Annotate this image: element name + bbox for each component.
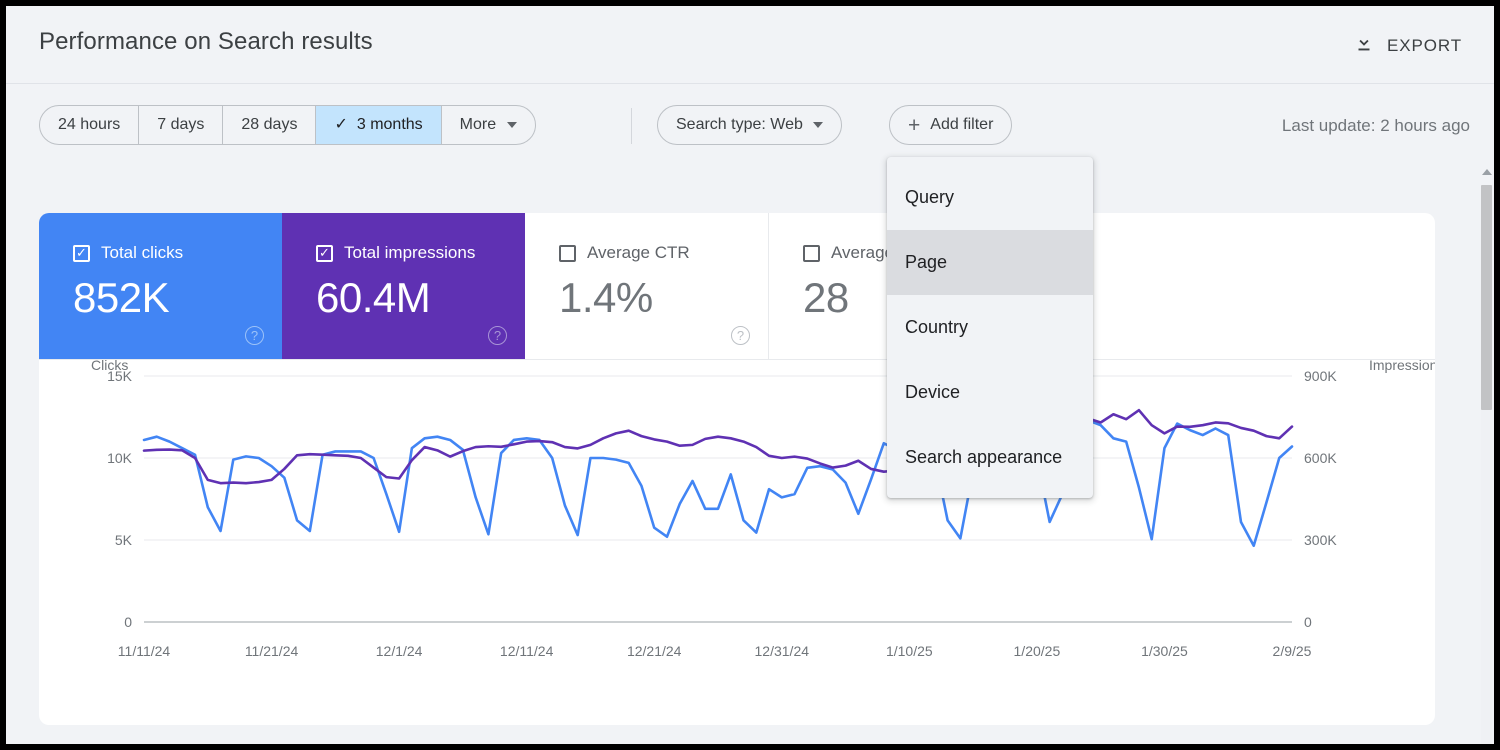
svg-text:900K: 900K xyxy=(1304,368,1337,384)
search-type-button[interactable]: Search type: Web xyxy=(657,105,842,145)
checkbox-unchecked-icon[interactable] xyxy=(559,245,576,262)
svg-text:15K: 15K xyxy=(107,368,133,384)
svg-text:Impressions: Impressions xyxy=(1369,360,1435,373)
metric-average-ctr-header: Average CTR xyxy=(559,243,768,263)
svg-text:1/30/25: 1/30/25 xyxy=(1141,643,1188,659)
date-range-24-hours[interactable]: 24 hours xyxy=(40,106,139,144)
svg-text:12/21/24: 12/21/24 xyxy=(627,643,682,659)
menu-item-search-appearance[interactable]: Search appearance xyxy=(887,425,1093,490)
help-icon[interactable]: ? xyxy=(245,326,264,345)
scrollbar-thumb[interactable] xyxy=(1481,185,1492,410)
svg-text:600K: 600K xyxy=(1304,450,1337,466)
date-range-3-months[interactable]: ✓ 3 months xyxy=(316,106,441,144)
metric-total-clicks[interactable]: ✓ Total clicks 852K ? xyxy=(39,213,282,359)
performance-card: ✓ Total clicks 852K ? ✓ Total impression… xyxy=(39,213,1435,725)
date-range-more[interactable]: More xyxy=(442,106,535,144)
date-range-24-hours-label: 24 hours xyxy=(58,116,120,134)
metric-total-clicks-value: 852K xyxy=(73,274,282,322)
metric-total-impressions-header: ✓ Total impressions xyxy=(316,243,525,263)
chevron-down-icon xyxy=(813,122,823,128)
scroll-up-arrow-icon[interactable] xyxy=(1482,169,1492,175)
menu-item-page[interactable]: Page xyxy=(887,230,1093,295)
svg-text:300K: 300K xyxy=(1304,532,1337,548)
date-range-7-days[interactable]: 7 days xyxy=(139,106,223,144)
svg-text:12/31/24: 12/31/24 xyxy=(755,643,810,659)
svg-text:1/20/25: 1/20/25 xyxy=(1014,643,1061,659)
svg-text:12/1/24: 12/1/24 xyxy=(376,643,423,659)
date-range-3-months-label: 3 months xyxy=(357,116,423,134)
date-range-more-label: More xyxy=(460,116,496,134)
svg-text:0: 0 xyxy=(124,614,132,630)
metric-total-clicks-label: Total clicks xyxy=(101,243,183,263)
svg-text:10K: 10K xyxy=(107,450,133,466)
plus-icon: + xyxy=(908,115,920,136)
performance-page: Performance on Search results EXPORT 24 … xyxy=(6,6,1494,744)
date-range-7-days-label: 7 days xyxy=(157,116,204,134)
svg-text:11/21/24: 11/21/24 xyxy=(245,643,299,659)
menu-item-query[interactable]: Query xyxy=(887,165,1093,230)
checkbox-checked-icon[interactable]: ✓ xyxy=(73,245,90,262)
menu-item-device[interactable]: Device xyxy=(887,360,1093,425)
metric-total-impressions[interactable]: ✓ Total impressions 60.4M ? xyxy=(282,213,525,359)
export-button[interactable]: EXPORT xyxy=(1345,26,1470,65)
metric-average-ctr-label: Average CTR xyxy=(587,243,690,263)
metrics-row: ✓ Total clicks 852K ? ✓ Total impression… xyxy=(39,213,1435,360)
download-icon xyxy=(1353,32,1375,59)
search-type-label: Search type: Web xyxy=(676,116,803,134)
menu-item-query-label: Query xyxy=(905,187,954,208)
check-icon: ✓ xyxy=(334,117,347,133)
svg-text:5K: 5K xyxy=(115,532,133,548)
menu-item-page-label: Page xyxy=(905,252,947,273)
menu-item-device-label: Device xyxy=(905,382,960,403)
svg-text:2/9/25: 2/9/25 xyxy=(1273,643,1312,659)
svg-text:12/11/24: 12/11/24 xyxy=(500,643,554,659)
scrollbar-track[interactable] xyxy=(1481,410,1492,744)
help-icon[interactable]: ? xyxy=(731,326,750,345)
add-filter-button[interactable]: + Add filter xyxy=(889,105,1012,145)
date-range-28-days[interactable]: 28 days xyxy=(223,106,316,144)
page-header: Performance on Search results EXPORT xyxy=(6,6,1494,84)
help-icon[interactable]: ? xyxy=(488,326,507,345)
chevron-down-icon xyxy=(507,122,517,128)
add-filter-menu[interactable]: Query Page Country Device Search appeara… xyxy=(887,157,1093,498)
metric-total-impressions-label: Total impressions xyxy=(344,243,475,263)
metric-total-impressions-value: 60.4M xyxy=(316,274,525,322)
menu-item-country[interactable]: Country xyxy=(887,295,1093,360)
add-filter-label: Add filter xyxy=(930,116,993,134)
performance-chart[interactable]: ClicksImpressions005K300K10K600K15K900K1… xyxy=(39,360,1435,724)
vertical-scrollbar[interactable] xyxy=(1479,163,1494,744)
svg-text:0: 0 xyxy=(1304,614,1312,630)
svg-text:1/10/25: 1/10/25 xyxy=(886,643,933,659)
toolbar-divider xyxy=(631,108,632,144)
date-range-28-days-label: 28 days xyxy=(241,116,297,134)
menu-item-country-label: Country xyxy=(905,317,968,338)
page-title: Performance on Search results xyxy=(39,28,373,56)
svg-text:11/11/24: 11/11/24 xyxy=(118,643,171,659)
metric-average-ctr-value: 1.4% xyxy=(559,274,768,322)
toolbar: 24 hours 7 days 28 days ✓ 3 months More … xyxy=(6,84,1494,162)
metric-total-clicks-header: ✓ Total clicks xyxy=(73,243,282,263)
checkbox-checked-icon[interactable]: ✓ xyxy=(316,245,333,262)
export-label: EXPORT xyxy=(1387,36,1462,56)
checkbox-unchecked-icon[interactable] xyxy=(803,245,820,262)
metric-average-ctr[interactable]: Average CTR 1.4% ? xyxy=(525,213,769,359)
menu-item-search-appearance-label: Search appearance xyxy=(905,447,1062,468)
last-update-text: Last update: 2 hours ago xyxy=(1282,116,1470,136)
chart-svg: ClicksImpressions005K300K10K600K15K900K1… xyxy=(39,360,1435,724)
date-range-selector[interactable]: 24 hours 7 days 28 days ✓ 3 months More xyxy=(39,105,536,145)
